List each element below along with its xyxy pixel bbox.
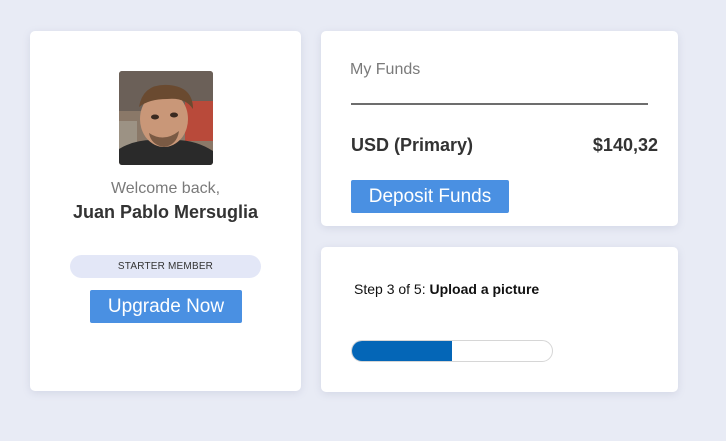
user-name: Juan Pablo Mersuglia [72, 202, 259, 222]
step-task: Upload a picture [429, 281, 540, 297]
avatar [119, 71, 213, 165]
funds-card: My Funds USD (Primary) $140,32 Deposit F… [321, 31, 678, 226]
profile-card: Welcome back, Juan Pablo Mersuglia START… [30, 31, 301, 391]
funds-divider [351, 103, 648, 105]
onboarding-progress-card: Step 3 of 5: Upload a picture [321, 247, 678, 392]
upgrade-now-button[interactable]: Upgrade Now [90, 290, 242, 323]
progress-bar-fill [352, 341, 452, 361]
currency-label: USD (Primary) [351, 135, 474, 155]
step-text: Step 3 of 5: Upload a picture [354, 281, 539, 297]
funds-title: My Funds [350, 61, 421, 78]
user-photo-icon [119, 71, 213, 165]
progress-bar [351, 340, 553, 362]
membership-badge: STARTER MEMBER [70, 255, 261, 278]
currency-amount: $140,32 [592, 135, 658, 155]
deposit-funds-button[interactable]: Deposit Funds [351, 180, 509, 213]
welcome-text: Welcome back, [110, 180, 221, 197]
step-prefix: Step 3 of 5: [354, 281, 426, 297]
